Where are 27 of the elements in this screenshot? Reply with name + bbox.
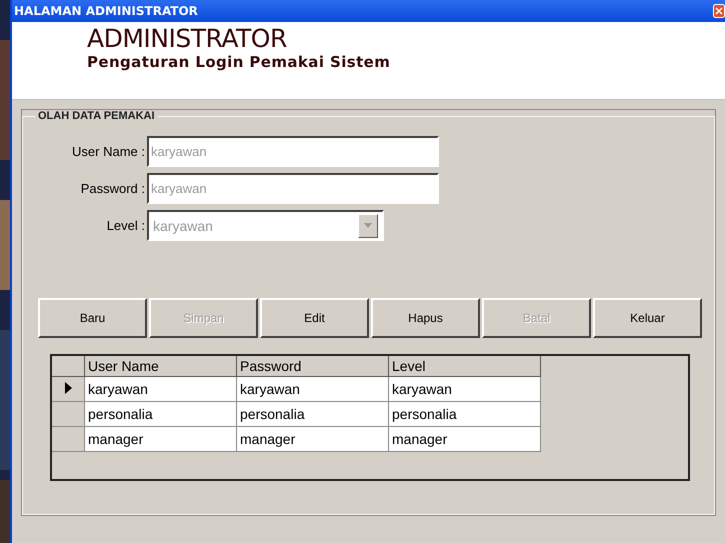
current-row-icon	[64, 382, 72, 394]
table-cell: karyawan	[388, 376, 540, 402]
window-title: HALAMAN ADMINISTRATOR	[14, 4, 198, 18]
field-label: Level :	[106, 218, 146, 233]
field-label: User Name :	[72, 144, 146, 159]
page-title: ADMINISTRATOR	[87, 24, 287, 53]
table-cell: personalia	[236, 402, 388, 426]
table-cell: manager	[388, 426, 540, 452]
field-label: Password :	[80, 181, 146, 196]
action-button[interactable]: Keluar	[593, 298, 702, 338]
row-indicator[interactable]	[52, 376, 84, 402]
page-subtitle: Pengaturan Login Pemakai Sistem	[87, 53, 390, 71]
table-cell: manager	[236, 426, 388, 452]
action-button[interactable]: Edit	[260, 298, 369, 338]
group-title: OLAH DATA PEMAKAI	[37, 110, 156, 122]
column-header[interactable]: Password	[236, 356, 388, 376]
table-cell: karyawan	[236, 376, 388, 402]
dropdown-arrow-icon	[364, 223, 372, 228]
table-cell: manager	[84, 426, 236, 452]
column-header[interactable]: Level	[388, 356, 540, 376]
close-icon[interactable]	[713, 4, 725, 18]
action-button[interactable]: Hapus	[371, 298, 480, 338]
action-button[interactable]: Baru	[38, 298, 147, 338]
table-cell: personalia	[388, 402, 540, 426]
table-cell: karyawan	[84, 376, 236, 402]
table-cell: personalia	[84, 402, 236, 426]
column-header[interactable]: User Name	[84, 356, 236, 376]
